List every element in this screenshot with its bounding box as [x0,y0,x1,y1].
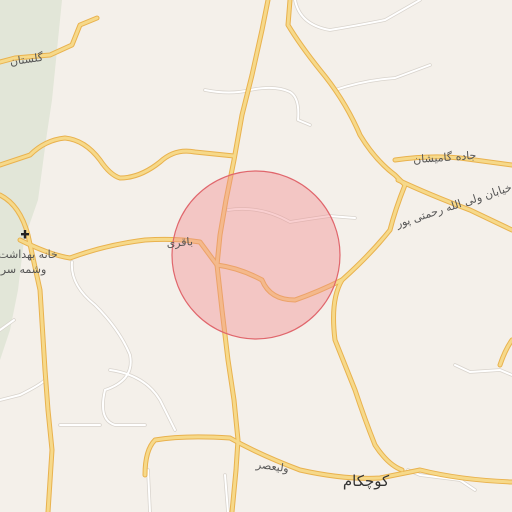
label-koochakam: کوچکام [343,472,390,490]
map-layer: گلستان باقری خانه بهداشت وشمه سرا جاده گ… [0,0,512,512]
map-canvas[interactable]: گلستان باقری خانه بهداشت وشمه سرا جاده گ… [0,0,512,512]
location-radius-circle[interactable] [171,170,341,340]
label-baghri: باقری [166,235,193,250]
label-health-house-line2: وشمه سرا [0,263,46,276]
label-gamishan-road: جاده گامیشان [413,149,477,166]
label-health-house-line1: خانه بهداشت [0,248,58,261]
label-valiasr: ولیعصر [254,458,289,476]
